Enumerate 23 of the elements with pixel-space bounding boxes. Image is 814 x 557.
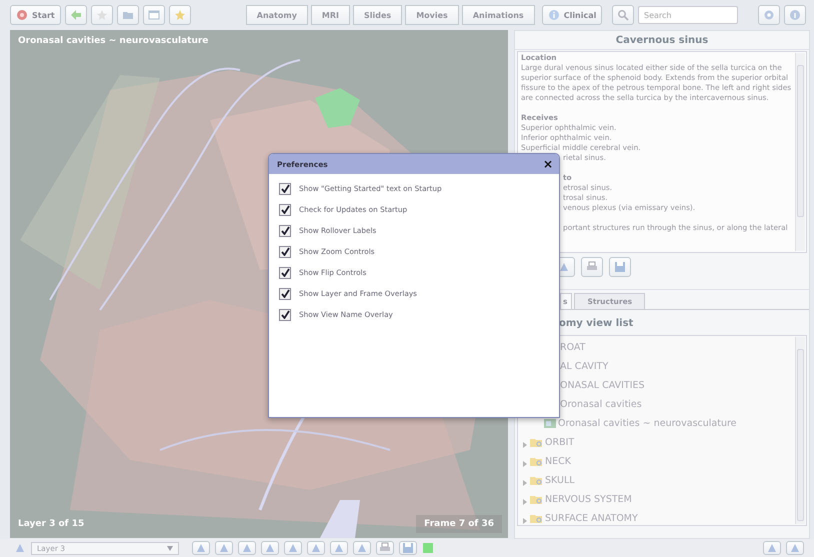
tree-item[interactable]: ROAT xyxy=(560,342,586,353)
close-button[interactable]: × xyxy=(542,157,553,171)
tree-item[interactable]: Oronasal cavities ~ neurovasculature xyxy=(558,418,737,429)
tree-item[interactable]: Oronasal cavities xyxy=(560,399,642,410)
start-button[interactable]: Start xyxy=(10,5,61,25)
tree-item[interactable]: SURFACE ANATOMY xyxy=(545,513,638,524)
module-tab[interactable]: Animations xyxy=(462,5,535,25)
list-heading: omy view list xyxy=(558,317,634,331)
view-name: Oronasal cavities ~ neurovasculature xyxy=(17,35,210,48)
tree-item[interactable]: SKULL xyxy=(545,475,575,486)
module-tab[interactable]: Slides xyxy=(353,5,402,25)
layer-label: Layer 3 of 15 xyxy=(17,518,86,531)
module-tab[interactable]: Movies xyxy=(405,5,459,25)
module-tab[interactable]: Anatomy xyxy=(246,5,308,25)
clinical-button[interactable]: Clinical xyxy=(542,5,602,25)
search-field[interactable]: Search xyxy=(638,6,738,24)
tree-item[interactable]: NECK xyxy=(545,456,571,467)
tree-item[interactable]: NERVOUS SYSTEM xyxy=(545,494,632,505)
module-tab[interactable]: MRI xyxy=(310,5,350,25)
tree-item[interactable]: ONASAL CAVITIES xyxy=(560,380,645,391)
panel-title: Cavernous sinus xyxy=(515,31,809,50)
tree-item[interactable]: ORBIT xyxy=(545,437,574,448)
tree-item[interactable]: AL CAVITY xyxy=(560,361,608,372)
